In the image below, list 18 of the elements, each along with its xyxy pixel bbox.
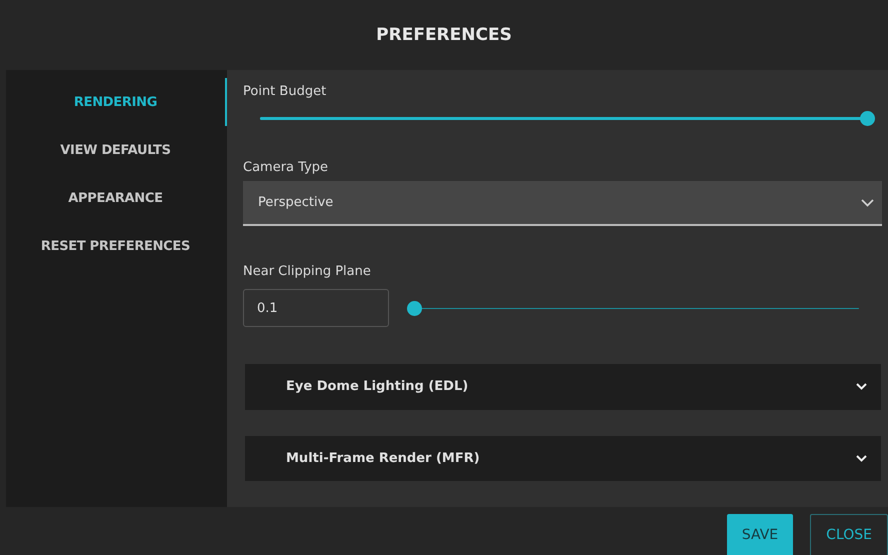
slider-thumb[interactable]	[407, 300, 422, 316]
chevron-down-icon	[856, 383, 867, 390]
sidebar-item[interactable]: RESET PREFERENCES	[6, 222, 227, 270]
input-field[interactable]: 0.1	[243, 289, 389, 328]
sidebar-item[interactable]: VIEW DEFAULTS	[6, 126, 227, 174]
setting-label: Point Budget	[243, 84, 328, 99]
sidebar-item[interactable]: APPEARANCE	[6, 174, 227, 222]
setting-label: Camera Type	[243, 160, 330, 175]
accordion-header[interactable]: Multi-Frame Render (MFR)	[245, 436, 881, 481]
window-title: PREFERENCES	[376, 25, 512, 45]
save-button[interactable]: SAVE	[726, 514, 794, 555]
slider-thumb[interactable]	[860, 111, 875, 126]
setting-label: Near Clipping Plane	[243, 264, 372, 280]
chevron-down-icon	[856, 454, 867, 462]
close-button[interactable]: CLOSE	[810, 514, 888, 555]
accordion-header[interactable]: Eye Dome Lighting (EDL)	[245, 364, 881, 410]
dropdown[interactable]: Perspective	[243, 180, 882, 226]
chevron-down-icon	[861, 198, 874, 206]
